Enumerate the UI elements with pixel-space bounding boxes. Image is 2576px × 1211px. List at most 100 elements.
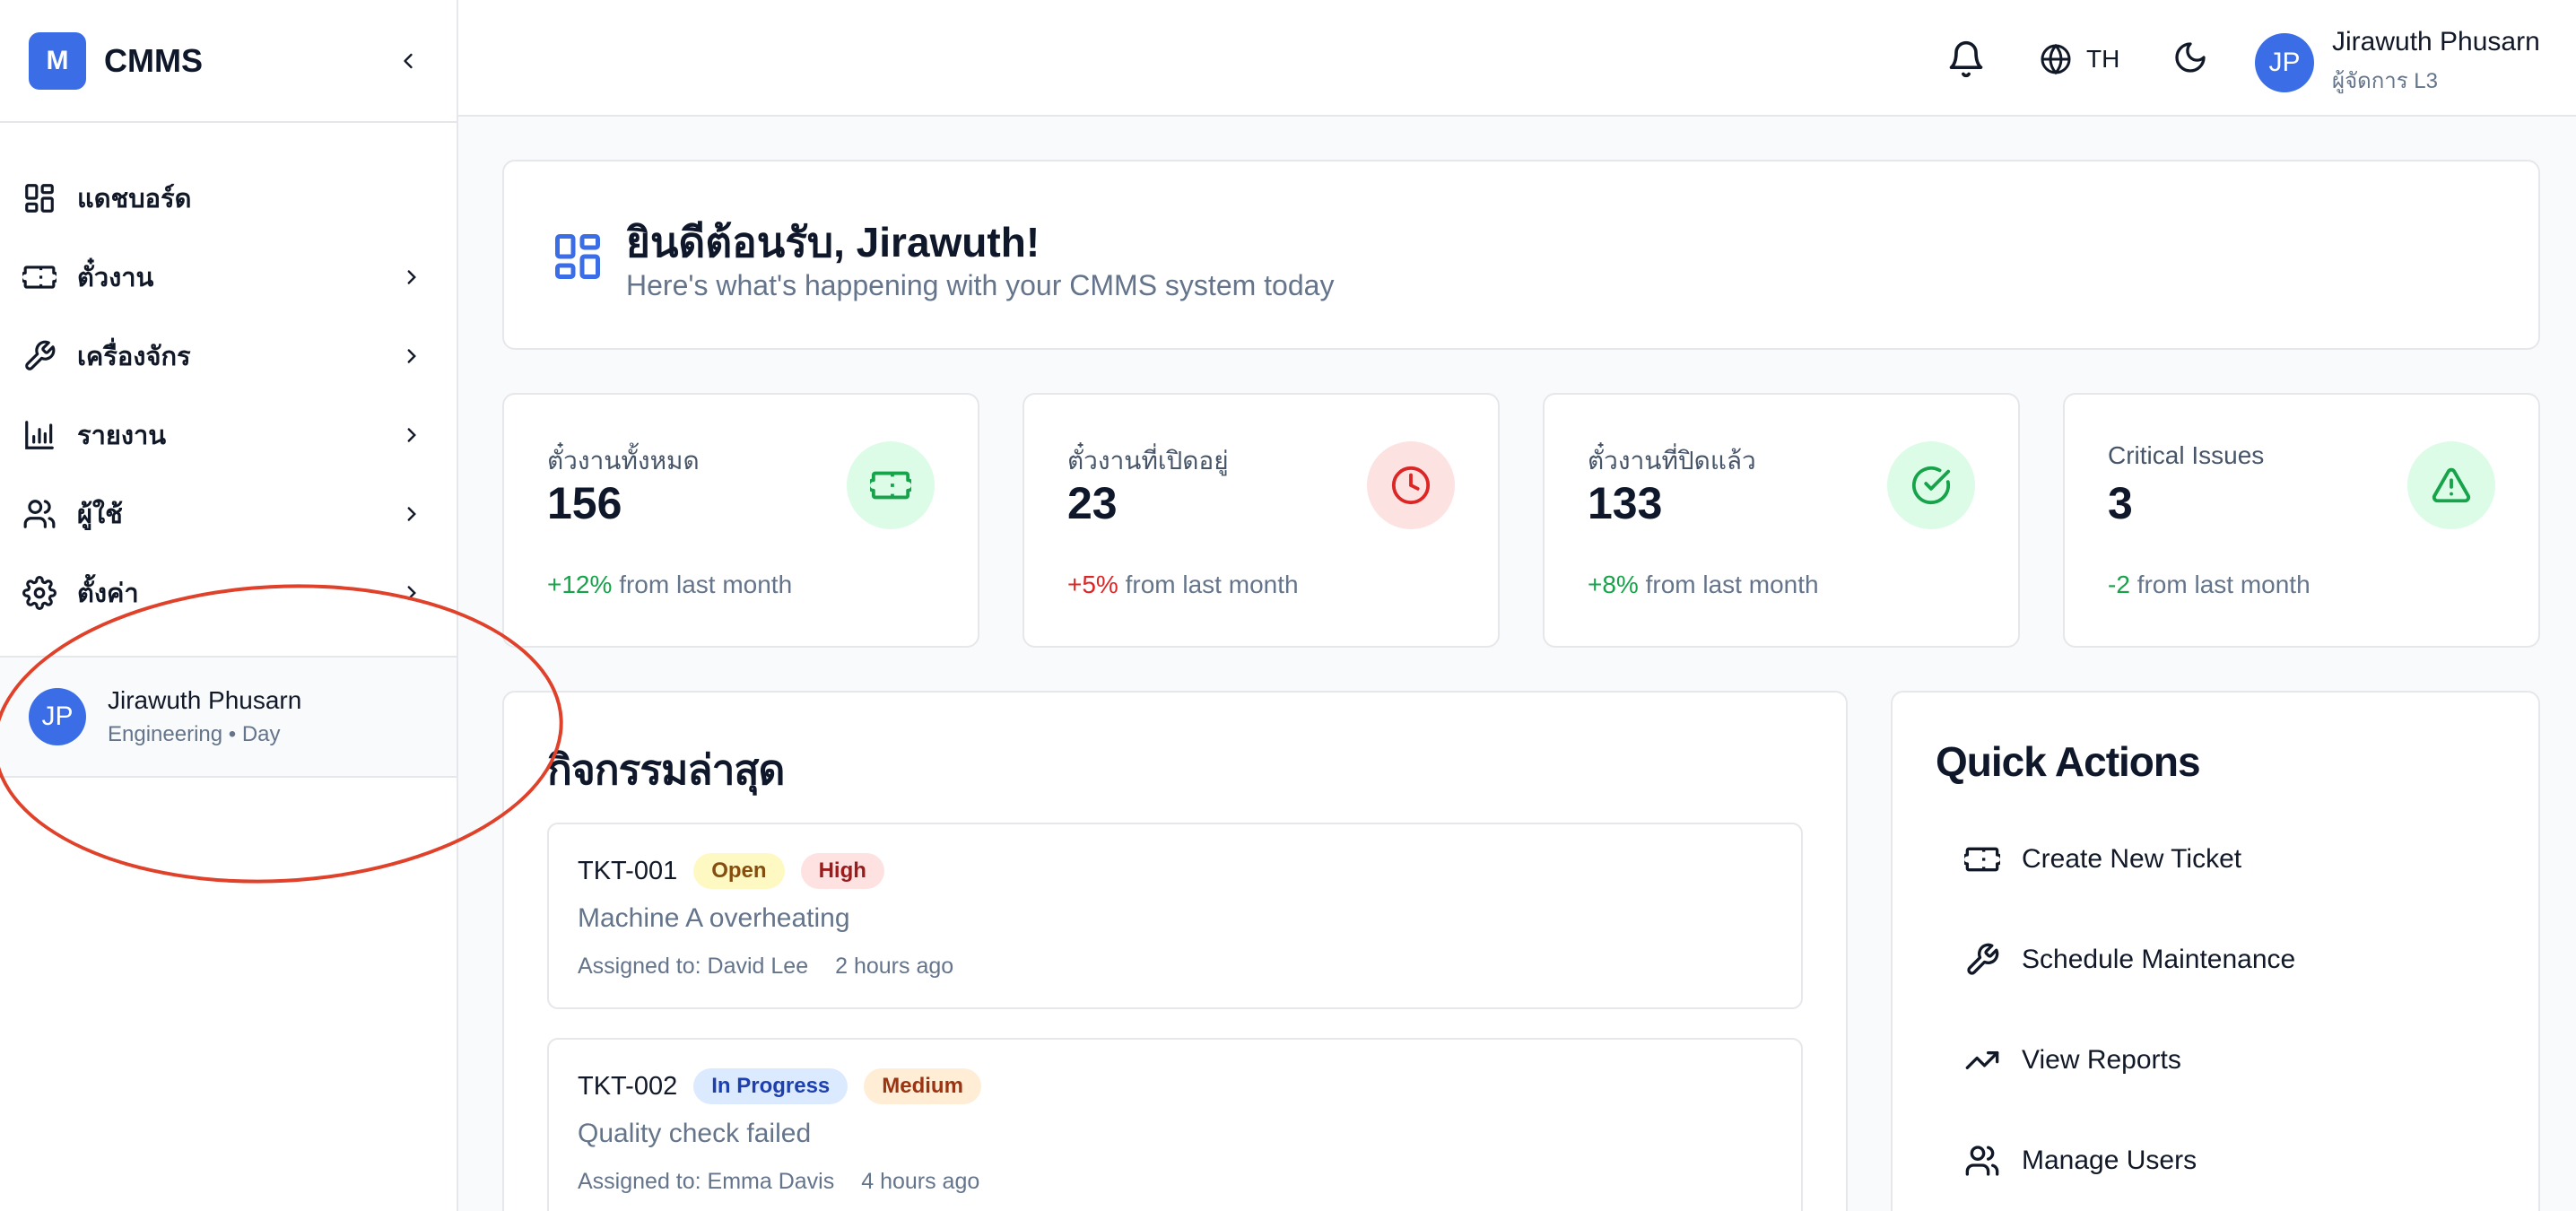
quick-action-label: Schedule Maintenance xyxy=(2022,945,2296,974)
welcome-title: ยินดีต้อนรับ, Jirawuth! xyxy=(626,219,1040,266)
welcome-card: ยินดีต้อนรับ, Jirawuth! Here's what's ha… xyxy=(502,160,2540,350)
stat-change-suffix: from last month xyxy=(1645,571,1819,598)
ticket-icon xyxy=(1962,840,2002,879)
recent-activity-card: กิจกรรมล่าสุด TKT-001 Open High Machine … xyxy=(502,691,1848,1211)
ticket-icon xyxy=(22,259,57,295)
language-label: TH xyxy=(2086,45,2120,73)
gear-icon xyxy=(22,575,57,611)
ticket-meta: Assigned to: David Lee 2 hours ago xyxy=(578,954,953,980)
stat-value: 156 xyxy=(547,478,622,528)
priority-badge: High xyxy=(800,853,884,889)
ticket-assignee: Assigned to: Emma Davis xyxy=(578,1169,835,1194)
status-badge: In Progress xyxy=(693,1068,849,1104)
stat-change-value: +12% xyxy=(547,571,613,598)
avatar: JP xyxy=(29,688,86,745)
notifications-button[interactable] xyxy=(1946,39,1986,79)
stat-change-value: +8% xyxy=(1588,571,1639,598)
stat-value: 3 xyxy=(2108,478,2133,528)
schedule-maintenance-button[interactable]: Schedule Maintenance xyxy=(1962,937,2295,982)
sidebar-item-reports[interactable]: รายงาน xyxy=(0,396,457,475)
sidebar-user-name: Jirawuth Phusarn xyxy=(108,686,302,714)
chevron-left-icon xyxy=(404,53,413,68)
language-switcher[interactable]: TH xyxy=(2040,39,2119,79)
sidebar: M CMMS แดชบอร์ด ตั๋วงาน เครื่องจักร รายง… xyxy=(0,0,458,1211)
topbar-user-menu[interactable]: JP Jirawuth Phusarn ผู้จัดการ L3 xyxy=(2255,27,2540,98)
priority-badge: Medium xyxy=(864,1068,981,1104)
users-icon xyxy=(22,496,57,532)
avatar: JP xyxy=(2255,32,2314,92)
sidebar-item-label: ผู้ใช้ xyxy=(77,501,123,529)
clock-icon xyxy=(1367,441,1455,529)
sidebar-item-users[interactable]: ผู้ใช้ xyxy=(0,475,457,553)
trending-up-icon xyxy=(1962,1041,2002,1080)
collapse-sidebar-button[interactable] xyxy=(388,41,428,81)
sidebar-nav: แดชบอร์ด ตั๋วงาน เครื่องจักร รายงาน ผู้ใ… xyxy=(0,123,457,632)
dashboard-icon xyxy=(22,180,57,216)
check-circle-icon xyxy=(1887,441,1975,529)
ticket-time: 2 hours ago xyxy=(835,954,954,979)
manage-users-button[interactable]: Manage Users xyxy=(1962,1138,2197,1183)
stat-change-suffix: from last month xyxy=(2137,571,2311,598)
alert-triangle-icon xyxy=(2407,441,2495,529)
ticket-id: TKT-001 xyxy=(578,856,678,885)
chevron-right-icon xyxy=(397,500,426,528)
bar-chart-icon xyxy=(22,417,57,453)
stat-card-total-tickets: ตั๋วงานทั้งหมด 156 +12% from last month xyxy=(502,393,979,648)
ticket-title: Machine A overheating xyxy=(578,903,850,933)
stat-change: +12% from last month xyxy=(547,571,792,599)
brand-name: CMMS xyxy=(104,41,203,79)
moon-icon xyxy=(2175,42,2206,73)
ticket-assignee: Assigned to: David Lee xyxy=(578,954,809,979)
sidebar-item-tickets[interactable]: ตั๋วงาน xyxy=(0,238,457,317)
ticket-item[interactable]: TKT-002 In Progress Medium Quality check… xyxy=(547,1038,1803,1211)
sidebar-user-subtitle: Engineering • Day xyxy=(108,722,281,746)
wrench-icon xyxy=(1962,940,2002,980)
sidebar-item-label: เครื่องจักร xyxy=(77,343,191,371)
stat-card-closed-tickets: ตั๋วงานที่ปิดแล้ว 133 +8% from last mont… xyxy=(1543,393,2020,648)
chevron-right-icon xyxy=(397,263,426,292)
dashboard-icon xyxy=(551,230,605,288)
stat-change-suffix: from last month xyxy=(619,571,793,598)
stat-card-open-tickets: ตั๋วงานที่เปิดอยู่ 23 +5% from last mont… xyxy=(1023,393,1500,648)
users-icon xyxy=(1962,1141,2002,1181)
quick-action-label: Manage Users xyxy=(2022,1146,2197,1175)
ticket-item[interactable]: TKT-001 Open High Machine A overheating … xyxy=(547,823,1803,1009)
sidebar-item-machines[interactable]: เครื่องจักร xyxy=(0,317,457,396)
ticket-time: 4 hours ago xyxy=(861,1169,980,1194)
status-badge: Open xyxy=(693,853,785,889)
view-reports-button[interactable]: View Reports xyxy=(1962,1038,2181,1083)
stat-card-critical-issues: Critical Issues 3 -2 from last month xyxy=(2063,393,2540,648)
sidebar-item-dashboard[interactable]: แดชบอร์ด xyxy=(0,159,457,238)
chevron-right-icon xyxy=(397,342,426,370)
stat-change: +5% from last month xyxy=(1067,571,1299,599)
brand-header: M CMMS xyxy=(0,0,457,123)
quick-actions-title: Quick Actions xyxy=(1936,738,2201,785)
ticket-id: TKT-002 xyxy=(578,1071,678,1101)
stat-label: ตั๋วงานที่ปิดแล้ว xyxy=(1588,447,1756,475)
topbar-user-name: Jirawuth Phusarn xyxy=(2332,27,2540,57)
theme-toggle-button[interactable] xyxy=(2172,39,2212,79)
topbar-user-role: ผู้จัดการ L3 xyxy=(2332,69,2438,93)
stat-change: -2 from last month xyxy=(2108,571,2311,599)
sidebar-item-label: แดชบอร์ด xyxy=(77,185,192,213)
quick-actions-card: Quick Actions Create New Ticket Schedule… xyxy=(1891,691,2540,1211)
stat-change-value: +5% xyxy=(1067,571,1118,598)
globe-icon xyxy=(2041,43,2071,75)
create-ticket-button[interactable]: Create New Ticket xyxy=(1962,837,2241,882)
stat-value: 133 xyxy=(1588,478,1663,528)
sidebar-item-label: ตั๋วงาน xyxy=(77,264,154,292)
sidebar-item-label: รายงาน xyxy=(77,422,167,450)
quick-action-label: View Reports xyxy=(2022,1045,2181,1075)
sidebar-item-settings[interactable]: ตั้งค่า xyxy=(0,553,457,632)
ticket-meta: Assigned to: Emma Davis 4 hours ago xyxy=(578,1169,979,1195)
chevron-right-icon xyxy=(397,421,426,449)
stat-value: 23 xyxy=(1067,478,1118,528)
welcome-subtitle: Here's what's happening with your CMMS s… xyxy=(626,269,1335,301)
chevron-right-icon xyxy=(397,579,426,607)
ticket-title: Quality check failed xyxy=(578,1119,812,1148)
stat-label: ตั๋วงานที่เปิดอยู่ xyxy=(1067,447,1229,475)
stat-change-value: -2 xyxy=(2108,571,2130,598)
ticket-icon xyxy=(847,441,935,529)
sidebar-item-label: ตั้งค่า xyxy=(77,579,139,608)
sidebar-user-profile[interactable]: JP Jirawuth Phusarn Engineering • Day xyxy=(0,656,457,778)
